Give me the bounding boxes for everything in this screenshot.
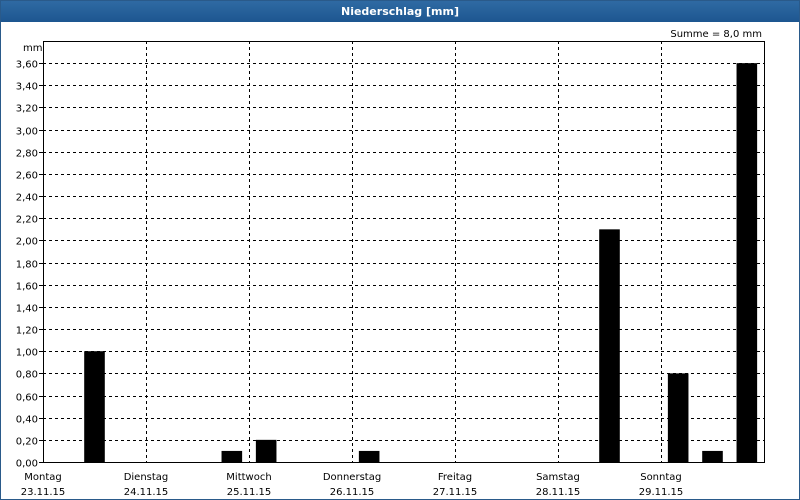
y-tick-label: 0,40 <box>16 415 38 426</box>
y-tick-label: 3,20 <box>16 104 38 115</box>
y-tick-label: 1,80 <box>16 260 38 271</box>
precipitation-bar <box>255 439 277 462</box>
precipitation-bar <box>358 450 380 462</box>
x-day-label: Donnerstag <box>323 472 381 483</box>
y-tick-label: 0,60 <box>16 393 38 404</box>
y-tick-label: 3,00 <box>16 127 38 138</box>
y-tick-label: 2,20 <box>16 215 38 226</box>
precipitation-bar <box>221 450 243 462</box>
chart-window: Niederschlag [mm] 0,00 0,20 0,40 0,60 0,80 1,… <box>0 0 800 500</box>
x-date-label: 29.11.15 <box>639 487 684 498</box>
y-tick-label: 0,80 <box>16 370 38 381</box>
precipitation-bar <box>667 373 689 462</box>
y-axis-unit: mm <box>23 43 42 54</box>
y-tick-label: 2,00 <box>16 237 38 248</box>
y-tick-label: 2,60 <box>16 171 38 182</box>
y-tick-label: 3,60 <box>16 60 38 71</box>
precipitation-chart: 0,00 0,20 0,40 0,60 0,80 1,00 1,20 1,40 1,60 1,80… <box>16 29 765 498</box>
y-tick-label: 1,20 <box>16 326 38 337</box>
y-tick-label: 0,20 <box>16 437 38 448</box>
precipitation-bar <box>736 63 758 462</box>
y-tick-label: 1,60 <box>16 282 38 293</box>
y-tick-label: 1,00 <box>16 348 38 359</box>
precipitation-bar <box>599 229 620 462</box>
x-day-label: Mittwoch <box>226 472 271 483</box>
x-day-label: Montag <box>24 472 61 483</box>
precipitation-bar <box>84 351 105 462</box>
x-date-label: 23.11.15 <box>21 487 66 498</box>
x-day-label: Freitag <box>438 472 472 483</box>
x-date-label: 24.11.15 <box>124 487 169 498</box>
plot-border <box>43 41 765 463</box>
y-tick-label: 0,00 <box>16 459 38 470</box>
y-tick-label: 2,80 <box>16 149 38 160</box>
x-day-label: Samstag <box>536 472 580 483</box>
x-date-label: 28.11.15 <box>536 487 581 498</box>
sum-label: Summe = 8,0 mm <box>670 29 762 40</box>
precipitation-bar <box>702 450 723 462</box>
x-day-label: Sonntag <box>640 472 682 483</box>
x-date-label: 25.11.15 <box>227 487 272 498</box>
x-day-label: Dienstag <box>124 472 169 483</box>
x-date-label: 26.11.15 <box>330 487 375 498</box>
y-tick-label: 1,40 <box>16 304 38 315</box>
y-tick-label: 2,40 <box>16 193 38 204</box>
x-date-label: 27.11.15 <box>433 487 478 498</box>
y-tick-label: 3,40 <box>16 82 38 93</box>
